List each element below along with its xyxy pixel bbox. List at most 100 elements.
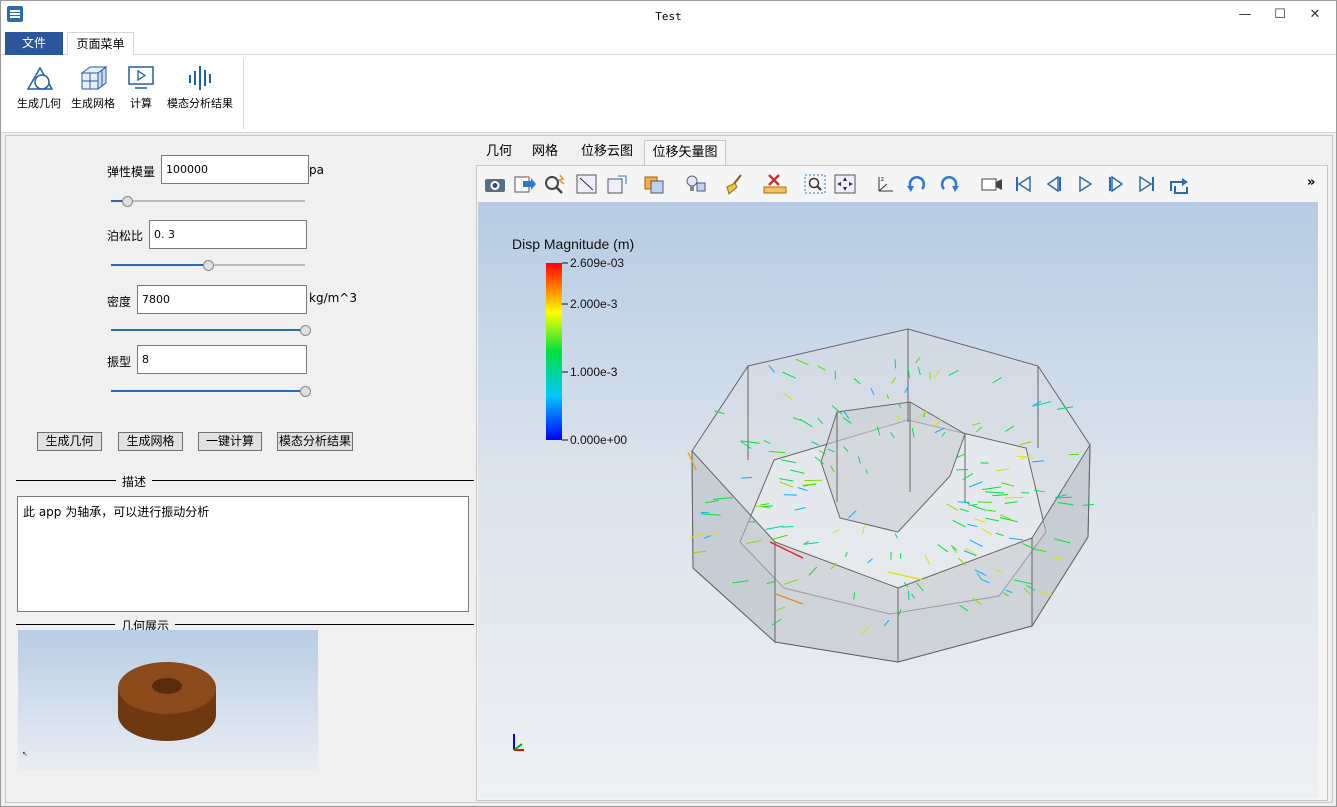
maximize-button[interactable]: ☐	[1265, 5, 1295, 25]
ribbon-generate-mesh-button[interactable]: 生成网格	[69, 63, 117, 111]
app-window: Test — ☐ ✕ 文件 页面菜单 生成几何 生成网格 计算 模态分析结果 弹…	[0, 0, 1337, 807]
main-area: 弹性模量 100000 pa 泊松比 0. 3 密度 7800 kg/m^3 振…	[5, 135, 1333, 803]
lighting-icon[interactable]	[683, 173, 707, 195]
zoom-query-icon[interactable]	[543, 173, 567, 195]
slider-handle[interactable]	[121, 196, 133, 207]
ruler-delete-icon[interactable]	[763, 173, 787, 195]
slider-handle[interactable]	[300, 386, 311, 397]
mode-slider[interactable]	[111, 386, 311, 397]
ribbon-button-label: 生成几何	[17, 97, 61, 110]
displacement-arrow	[907, 590, 910, 601]
minimize-button[interactable]: —	[1230, 5, 1260, 25]
colorbar	[546, 263, 562, 440]
bearing-ring-preview: ↖	[22, 662, 216, 758]
elastic-modulus-slider[interactable]	[111, 196, 305, 207]
tab-geometry[interactable]: 几何	[482, 140, 516, 166]
poisson-ratio-slider[interactable]	[111, 260, 305, 271]
fit-frame-icon[interactable]	[575, 173, 599, 195]
elastic-modulus-unit: pa	[309, 163, 324, 177]
axes-orientation-icon[interactable]: z	[873, 173, 897, 195]
description-divider	[16, 480, 474, 481]
colorbar-min-label: 0.000e+00	[570, 433, 627, 447]
monitor-play-icon	[128, 66, 154, 89]
next-frame-icon[interactable]	[1104, 173, 1128, 195]
geometry-icon	[26, 66, 54, 90]
displacement-arrow	[762, 505, 773, 508]
loop-export-icon[interactable]	[1167, 173, 1191, 195]
ribbon-button-label: 生成网格	[71, 97, 115, 110]
record-video-icon[interactable]	[980, 173, 1004, 195]
screenshot-camera-icon[interactable]	[483, 173, 507, 195]
displacement-arrow	[741, 477, 752, 479]
zoom-box-icon[interactable]	[803, 173, 827, 195]
colorbar-tick-label: 2.000e-3	[570, 297, 618, 311]
tab-file[interactable]: 文件	[5, 32, 63, 55]
vtk-render-viewport[interactable]: Disp Magnitude (m) 2.609e-03 2.000e-3 1.…	[478, 202, 1318, 798]
colorbar-max-label: 2.609e-03	[570, 256, 624, 270]
poisson-ratio-label: 泊松比	[107, 229, 144, 243]
density-unit: kg/m^3	[309, 291, 357, 305]
modal-wave-icon	[189, 66, 211, 90]
displacement-arrow	[1054, 496, 1072, 499]
reset-view-icon[interactable]	[833, 173, 857, 195]
colorbar-title: Disp Magnitude (m)	[512, 236, 634, 252]
first-frame-icon[interactable]	[1011, 173, 1035, 195]
rotate-ccw-icon[interactable]	[937, 173, 961, 195]
play-icon[interactable]	[1073, 173, 1097, 195]
ribbon-modal-results-button[interactable]: 模态分析结果	[165, 63, 235, 111]
view-box-icon[interactable]	[605, 173, 629, 195]
tab-page-menu[interactable]: 页面菜单	[67, 32, 134, 55]
tab-displacement-vector[interactable]: 位移矢量图	[644, 140, 726, 166]
ribbon-separator	[243, 59, 244, 129]
last-frame-icon[interactable]	[1135, 173, 1159, 195]
toolbar-overflow-button[interactable]: »	[1307, 175, 1315, 190]
previous-frame-icon[interactable]	[1042, 173, 1066, 195]
axes-mini-icon: ↖	[22, 751, 28, 758]
modal-results-button[interactable]: 模态分析结果	[277, 432, 353, 451]
geometry-preview: ↖	[18, 630, 318, 770]
ribbon-button-label: 计算	[130, 97, 152, 110]
one-click-compute-button[interactable]: 一键计算	[198, 432, 262, 451]
ribbon-compute-button[interactable]: 计算	[123, 63, 159, 111]
export-arrow-icon[interactable]	[513, 173, 537, 195]
close-button[interactable]: ✕	[1300, 5, 1330, 25]
ribbon-tabs: 文件 页面菜单	[1, 31, 1336, 55]
displacement-arrow	[782, 525, 794, 528]
description-title: 描述	[116, 473, 153, 490]
generate-mesh-button[interactable]: 生成网格	[118, 432, 183, 451]
title-bar: Test — ☐ ✕	[1, 1, 1336, 31]
elastic-modulus-input[interactable]: 100000	[161, 155, 309, 184]
density-slider[interactable]	[111, 325, 311, 336]
view-panel: 几何 网格 位移云图 位移矢量图 z » Disp Magnitude (m) …	[476, 136, 1334, 802]
slider-handle[interactable]	[203, 260, 214, 271]
vtk-view-frame: z » Disp Magnitude (m) 2.609e-03 2.000e-…	[476, 165, 1328, 801]
mode-label: 振型	[107, 355, 132, 369]
svg-text:z: z	[881, 177, 884, 183]
displacement-vector-scene: Disp Magnitude (m) 2.609e-03 2.000e-3 1.…	[512, 236, 1095, 751]
bearing-model	[691, 328, 1091, 663]
axes-triad-icon	[513, 734, 524, 751]
ribbon-generate-geometry-button[interactable]: 生成几何	[15, 63, 63, 111]
density-input[interactable]: 7800	[137, 285, 307, 314]
vtk-toolbar: z »	[477, 166, 1327, 202]
clear-broom-icon[interactable]	[723, 173, 747, 195]
generate-geometry-button[interactable]: 生成几何	[37, 432, 102, 451]
displacement-arrow	[929, 372, 931, 380]
display-mode-icon[interactable]	[643, 173, 667, 195]
rotate-cw-icon[interactable]	[905, 173, 929, 195]
geometry-preview-divider	[16, 624, 474, 625]
ribbon-button-label: 模态分析结果	[167, 97, 233, 110]
parameter-panel: 弹性模量 100000 pa 泊松比 0. 3 密度 7800 kg/m^3 振…	[6, 136, 478, 802]
ribbon-panel: 生成几何 生成网格 计算 模态分析结果	[1, 55, 1336, 133]
elastic-modulus-label: 弹性模量	[107, 165, 156, 179]
density-label: 密度	[107, 295, 132, 309]
colorbar-tick-label: 1.000e-3	[570, 365, 618, 379]
slider-handle[interactable]	[300, 325, 311, 336]
window-title: Test	[655, 10, 682, 23]
tab-mesh[interactable]: 网格	[528, 140, 562, 166]
tab-displacement-contour[interactable]: 位移云图	[576, 140, 638, 166]
mesh-cube-icon	[80, 66, 108, 90]
poisson-ratio-input[interactable]: 0. 3	[149, 220, 307, 249]
mode-input[interactable]: 8	[137, 345, 307, 374]
description-textarea[interactable]: 此 app 为轴承，可以进行振动分析	[17, 496, 469, 612]
